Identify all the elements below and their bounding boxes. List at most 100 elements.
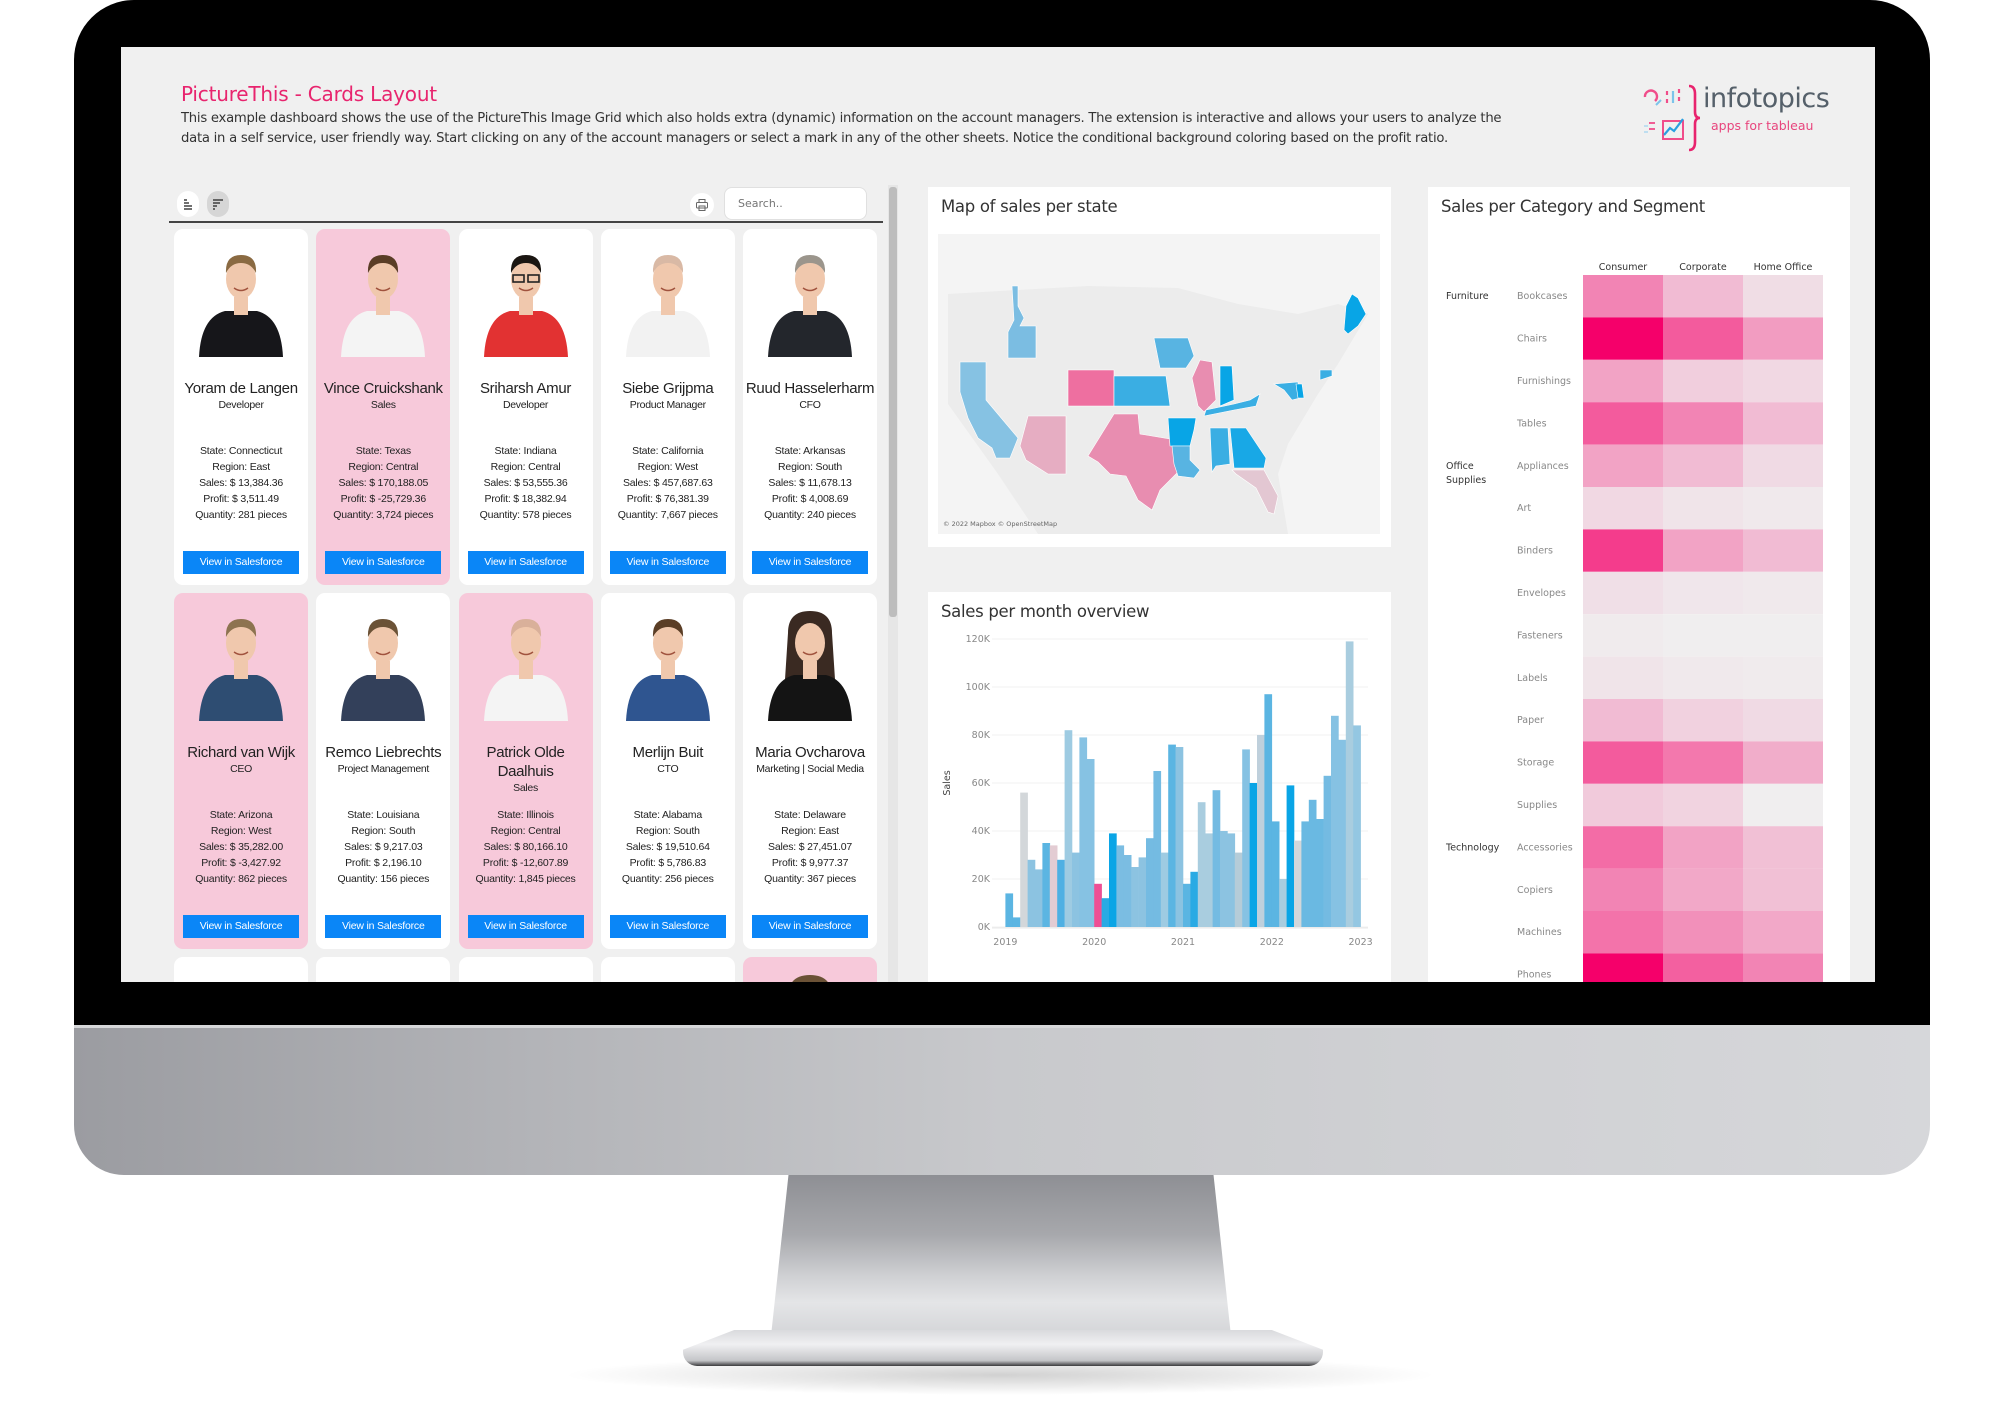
heatmap-cell[interactable] <box>1663 868 1743 911</box>
state-indiana[interactable] <box>1219 365 1235 407</box>
account-manager-card-partial[interactable] <box>600 957 735 982</box>
bar-month-28[interactable] <box>1205 833 1213 927</box>
state-iowa[interactable] <box>1153 337 1195 369</box>
account-manager-card[interactable]: Sriharsh Amur Developer State: Indiana Regi… <box>458 229 593 585</box>
print-button[interactable] <box>690 193 714 217</box>
account-manager-card-partial[interactable] <box>316 957 451 982</box>
account-manager-card[interactable]: Patrick Olde Daalhuis Sales State: Illinoi… <box>458 593 593 949</box>
bar-month-22[interactable] <box>1160 852 1169 927</box>
bar-month-27[interactable] <box>1197 802 1206 927</box>
heatmap-cell[interactable] <box>1743 783 1823 827</box>
heatmap-cell[interactable] <box>1663 571 1743 615</box>
bar-month-32[interactable] <box>1234 852 1243 927</box>
bar-month-34[interactable] <box>1249 783 1258 927</box>
heatmap-cell[interactable] <box>1583 275 1663 318</box>
bar-month-2[interactable] <box>1012 917 1021 927</box>
heatmap-cell[interactable] <box>1743 614 1823 657</box>
bar-month-36[interactable] <box>1264 694 1273 927</box>
bar-month-42[interactable] <box>1308 799 1317 927</box>
bar-month-31[interactable] <box>1227 833 1236 927</box>
heatmap-cell[interactable] <box>1743 402 1823 445</box>
heatmap-cell[interactable] <box>1583 402 1663 445</box>
account-manager-card[interactable]: Yoram de Langen Developer State: Connectic… <box>174 229 309 585</box>
heatmap-cell[interactable] <box>1583 571 1663 615</box>
account-manager-card-partial[interactable] <box>174 957 309 982</box>
account-manager-card[interactable]: Merlijn Buit CTO State: Alabama Region: Sou… <box>600 593 735 949</box>
heatmap-cell[interactable] <box>1583 359 1663 403</box>
heatmap-cell[interactable] <box>1663 699 1743 742</box>
bar-month-4[interactable] <box>1027 859 1036 927</box>
view-in-salesforce-button[interactable]: View in Salesforce <box>609 551 726 574</box>
heatmap-cell[interactable] <box>1663 402 1743 445</box>
heatmap-cell[interactable] <box>1663 783 1743 827</box>
heatmap-cell[interactable] <box>1743 911 1823 954</box>
heatmap-cell[interactable] <box>1583 741 1663 784</box>
heatmap-cell[interactable] <box>1663 529 1743 572</box>
bar-month-3[interactable] <box>1020 792 1028 927</box>
bar-month-15[interactable] <box>1109 833 1117 927</box>
bar-month-48[interactable] <box>1353 725 1361 927</box>
bar-month-7[interactable] <box>1049 845 1058 927</box>
heatmap-cell[interactable] <box>1583 317 1663 360</box>
bar-month-9[interactable] <box>1064 730 1073 927</box>
view-in-salesforce-button[interactable]: View in Salesforce <box>325 915 442 938</box>
bar-month-23[interactable] <box>1168 744 1176 927</box>
bar-month-47[interactable] <box>1345 641 1354 927</box>
heatmap-cell[interactable] <box>1583 911 1663 954</box>
heatmap-cell[interactable] <box>1743 359 1823 403</box>
account-manager-card[interactable]: Maria Ovcharova Marketing | Social Media S… <box>743 593 878 949</box>
view-in-salesforce-button[interactable]: View in Salesforce <box>752 551 869 574</box>
view-in-salesforce-button[interactable]: View in Salesforce <box>752 915 869 938</box>
account-manager-card[interactable]: Richard van Wijk CEO State: Arizona Region:… <box>174 593 309 949</box>
bar-month-1[interactable] <box>1005 893 1014 927</box>
heatmap-cell[interactable] <box>1743 487 1823 530</box>
heatmap-cell[interactable] <box>1583 783 1663 827</box>
heatmap-cell[interactable] <box>1743 571 1823 615</box>
bar-month-13[interactable] <box>1094 883 1102 927</box>
heatmap-cell[interactable] <box>1663 826 1743 869</box>
bar-month-35[interactable] <box>1257 735 1265 927</box>
bar-month-26[interactable] <box>1190 871 1199 927</box>
state-maine[interactable] <box>1343 293 1367 335</box>
heatmap-cell[interactable] <box>1583 656 1663 699</box>
bar-month-10[interactable] <box>1072 852 1080 927</box>
bar-month-33[interactable] <box>1242 749 1250 927</box>
view-in-salesforce-button[interactable]: View in Salesforce <box>183 551 300 574</box>
bar-month-5[interactable] <box>1035 869 1043 927</box>
sales-bar-chart[interactable]: 0K 20K 40K 60K 80K 100K 120K Sales 2019 2020 2021 2… <box>928 592 1391 982</box>
us-map[interactable] <box>938 234 1380 534</box>
heatmap-cell[interactable] <box>1663 741 1743 784</box>
heatmap-cell[interactable] <box>1743 741 1823 784</box>
bar-month-12[interactable] <box>1086 759 1095 927</box>
heatmap-cell[interactable] <box>1663 911 1743 954</box>
heatmap-cell[interactable] <box>1663 317 1743 360</box>
view-in-salesforce-button[interactable]: View in Salesforce <box>467 551 584 574</box>
heatmap-cell[interactable] <box>1743 275 1823 318</box>
bar-month-25[interactable] <box>1183 883 1191 927</box>
heatmap-cell[interactable] <box>1743 317 1823 360</box>
bar-month-43[interactable] <box>1316 819 1324 927</box>
heatmap-cell[interactable] <box>1663 444 1743 487</box>
bar-month-39[interactable] <box>1286 785 1295 927</box>
heatmap-cell[interactable] <box>1583 614 1663 657</box>
account-manager-card[interactable]: Vince Cruickshank Sales State: Texas Region… <box>316 229 451 585</box>
view-in-salesforce-button[interactable]: View in Salesforce <box>183 915 300 938</box>
bar-month-45[interactable] <box>1331 715 1339 927</box>
sort-descending-button[interactable] <box>207 191 229 217</box>
sales-map[interactable]: © 2022 Mapbox © OpenStreetMap <box>938 234 1380 534</box>
bar-month-16[interactable] <box>1116 845 1125 927</box>
bar-month-11[interactable] <box>1079 737 1088 927</box>
view-in-salesforce-button[interactable]: View in Salesforce <box>325 551 442 574</box>
bar-month-37[interactable] <box>1271 821 1280 927</box>
heatmap-cell[interactable] <box>1583 529 1663 572</box>
view-in-salesforce-button[interactable]: View in Salesforce <box>467 915 584 938</box>
account-manager-card-partial[interactable] <box>743 957 878 982</box>
bar-month-20[interactable] <box>1146 838 1154 927</box>
view-in-salesforce-button[interactable]: View in Salesforce <box>609 915 726 938</box>
image-grid-scrollbar[interactable] <box>888 185 898 982</box>
heatmap-cell[interactable] <box>1583 699 1663 742</box>
state-kansas[interactable] <box>1113 375 1171 407</box>
bar-month-40[interactable] <box>1294 840 1302 927</box>
account-manager-card-partial[interactable] <box>458 957 593 982</box>
scrollbar-thumb[interactable] <box>889 187 897 617</box>
